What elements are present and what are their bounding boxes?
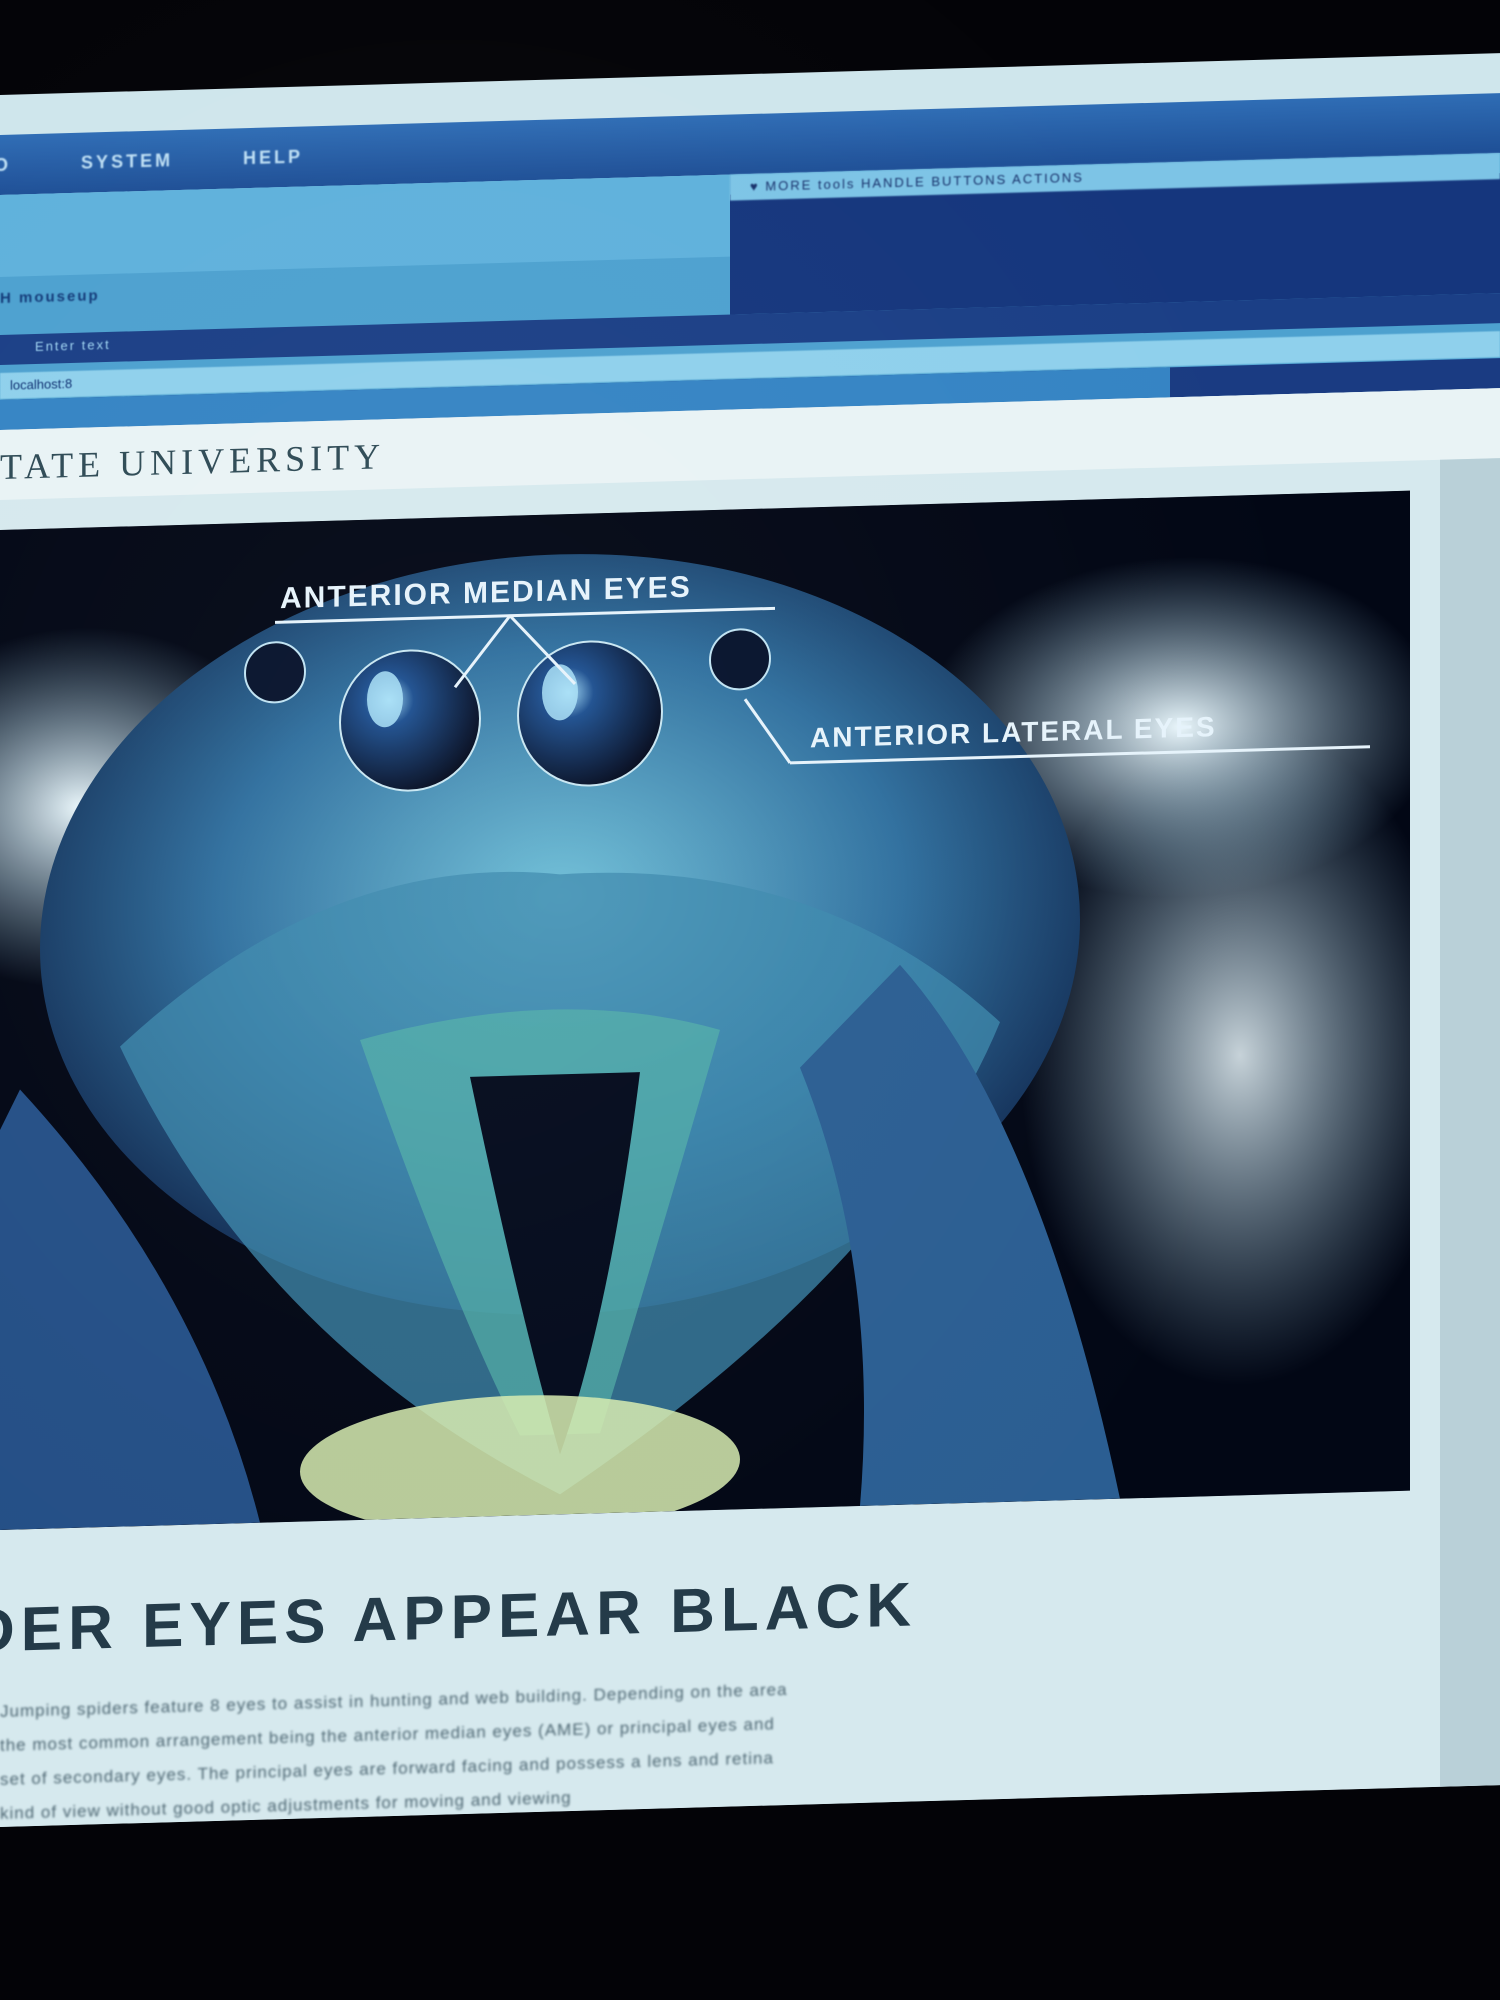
- university-title[interactable]: TATE UNIVERSITY: [0, 435, 385, 488]
- spider-photo: ANTERIOR MEDIAN EYES ANTERIOR LATERAL EY…: [0, 490, 1410, 1531]
- article-body: Jumping spiders feature 8 eyes to assist…: [0, 1656, 1390, 1827]
- monitor-screen: O SYSTEM HELP H mouseup ♥ MORE tools HAN…: [0, 53, 1500, 1828]
- address-label: Enter text: [35, 336, 111, 355]
- menu-item-help[interactable]: HELP: [243, 146, 303, 169]
- spider-illustration: [0, 490, 1410, 1531]
- menu-item-system[interactable]: SYSTEM: [81, 150, 173, 174]
- menu-item-o[interactable]: O: [0, 154, 11, 175]
- toolbar: H mouseup ♥ MORE tools HANDLE BUTTONS AC…: [0, 153, 1500, 431]
- page-side-column: [1440, 458, 1500, 1787]
- article-heading: DER EYES APPEAR BLACK: [0, 1570, 918, 1666]
- web-page: TATE UNIVERSITY ANTERIOR MEDIAN EYES ANT…: [0, 388, 1500, 1827]
- toolbar-left-label: H mouseup: [0, 287, 100, 307]
